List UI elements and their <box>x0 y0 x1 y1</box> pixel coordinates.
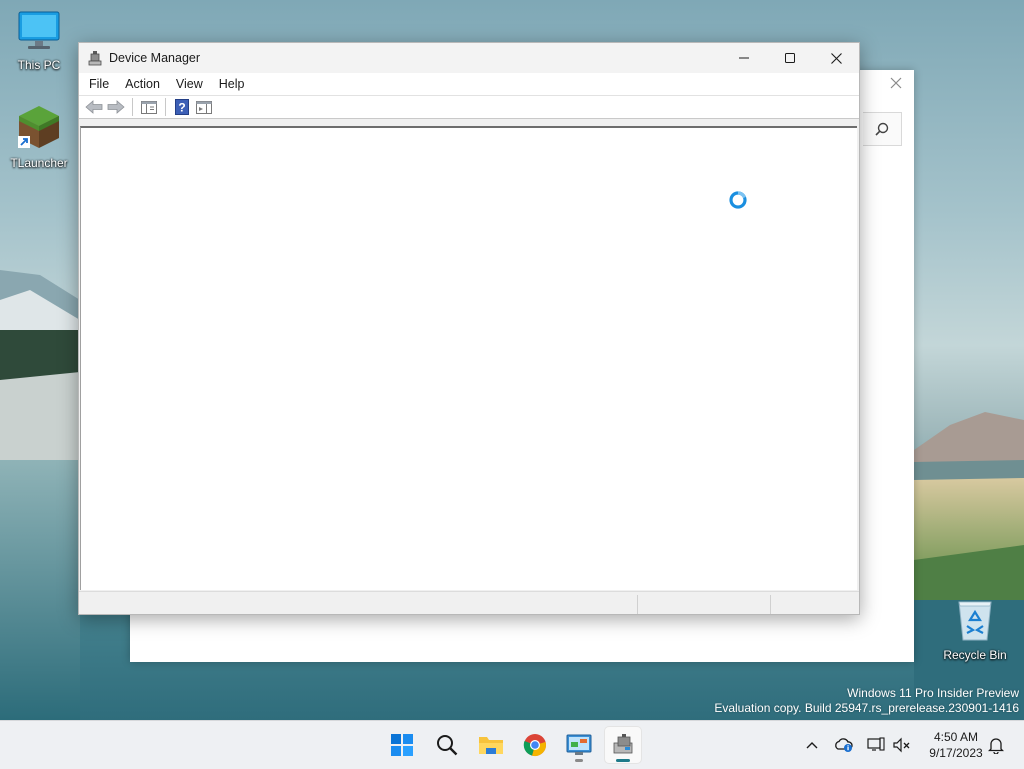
watermark-line-2: Evaluation copy. Build 25947.rs_prerelea… <box>714 701 1019 715</box>
device-manager-window[interactable]: Device Manager File Action View Help ? <box>78 42 860 615</box>
cloud-info-icon <box>835 738 853 752</box>
network-icon <box>867 737 885 751</box>
chrome-icon <box>523 734 546 756</box>
desktop-icon-label: Recycle Bin <box>943 648 1007 662</box>
taskbar-chrome[interactable] <box>517 727 553 763</box>
menu-bar: File Action View Help <box>79 73 859 96</box>
taskbar-device-manager[interactable] <box>605 727 641 763</box>
tray-network[interactable] <box>866 735 886 755</box>
search-button[interactable] <box>863 112 902 146</box>
help-icon: ? <box>175 99 189 115</box>
bell-icon <box>988 738 1004 754</box>
menu-help[interactable]: Help <box>211 73 253 95</box>
minimize-button[interactable] <box>721 43 767 73</box>
toolbar: ? <box>79 96 859 119</box>
desktop-icon-tlauncher[interactable]: TLauncher <box>0 104 78 170</box>
menu-view[interactable]: View <box>168 73 211 95</box>
device-tree-pane[interactable] <box>80 126 857 590</box>
tray-onedrive-status[interactable] <box>834 735 854 755</box>
desktop-icon-this-pc[interactable]: This PC <box>0 10 78 72</box>
back-arrow-icon <box>85 100 103 114</box>
file-explorer-icon <box>479 737 503 754</box>
toolbar-separator <box>132 98 133 116</box>
taskbar-control-panel[interactable] <box>561 727 597 763</box>
computer-icon <box>18 11 60 49</box>
control-panel-icon <box>566 734 592 755</box>
action-pane-icon <box>196 100 212 114</box>
close-icon[interactable] <box>890 76 902 94</box>
taskbar-file-explorer[interactable] <box>473 727 509 763</box>
taskbar-clock[interactable]: 4:50 AM 9/17/2023 <box>918 729 994 761</box>
console-tree-icon <box>141 100 157 114</box>
maximize-icon <box>785 53 795 63</box>
minecraft-block-icon <box>18 106 59 148</box>
taskbar-search-button[interactable] <box>429 727 465 763</box>
close-icon <box>830 52 842 64</box>
forward-arrow-icon <box>107 100 125 114</box>
desktop-icon-label: This PC <box>17 58 61 72</box>
maximize-button[interactable] <box>767 43 813 73</box>
minimize-icon <box>739 57 749 59</box>
status-pane <box>770 595 771 614</box>
menu-action[interactable]: Action <box>117 73 168 95</box>
loading-spinner-icon <box>729 191 747 209</box>
start-icon <box>391 734 413 756</box>
notification-button[interactable] <box>986 735 1006 755</box>
show-hide-console-tree-button[interactable] <box>138 97 160 117</box>
start-button[interactable] <box>384 727 420 763</box>
window-title: Device Manager <box>109 51 201 65</box>
taskbar: 4:50 AM 9/17/2023 <box>0 720 1024 769</box>
tray-volume[interactable] <box>892 735 912 755</box>
show-hidden-icons-button[interactable] <box>802 735 822 755</box>
toolbar-separator <box>165 98 166 116</box>
status-bar <box>79 591 859 614</box>
active-indicator <box>616 759 630 762</box>
device-manager-icon <box>88 51 102 66</box>
device-manager-icon <box>613 734 633 754</box>
chevron-up-icon <box>806 742 818 749</box>
volume-muted-icon <box>893 737 910 753</box>
evaluation-watermark: Windows 11 Pro Insider Preview Evaluatio… <box>714 686 1019 716</box>
menu-file[interactable]: File <box>81 73 117 95</box>
help-button[interactable]: ? <box>171 97 193 117</box>
desktop-icon-recycle-bin[interactable]: Recycle Bin <box>936 596 1014 662</box>
running-indicator <box>575 759 583 762</box>
title-bar[interactable]: Device Manager <box>79 43 859 73</box>
watermark-line-1: Windows 11 Pro Insider Preview <box>847 686 1019 700</box>
desktop-icon-label: TLauncher <box>10 156 68 170</box>
back-button[interactable] <box>83 97 105 117</box>
close-button[interactable] <box>813 43 859 73</box>
forward-button[interactable] <box>105 97 127 117</box>
clock-time: 4:50 AM <box>933 730 979 744</box>
svg-text:?: ? <box>178 101 185 115</box>
status-pane <box>637 595 638 614</box>
show-hide-action-pane-button[interactable] <box>193 97 215 117</box>
recycle-bin-icon <box>958 601 992 641</box>
search-icon <box>875 122 889 136</box>
search-icon <box>437 735 458 756</box>
clock-date: 9/17/2023 <box>929 746 983 760</box>
